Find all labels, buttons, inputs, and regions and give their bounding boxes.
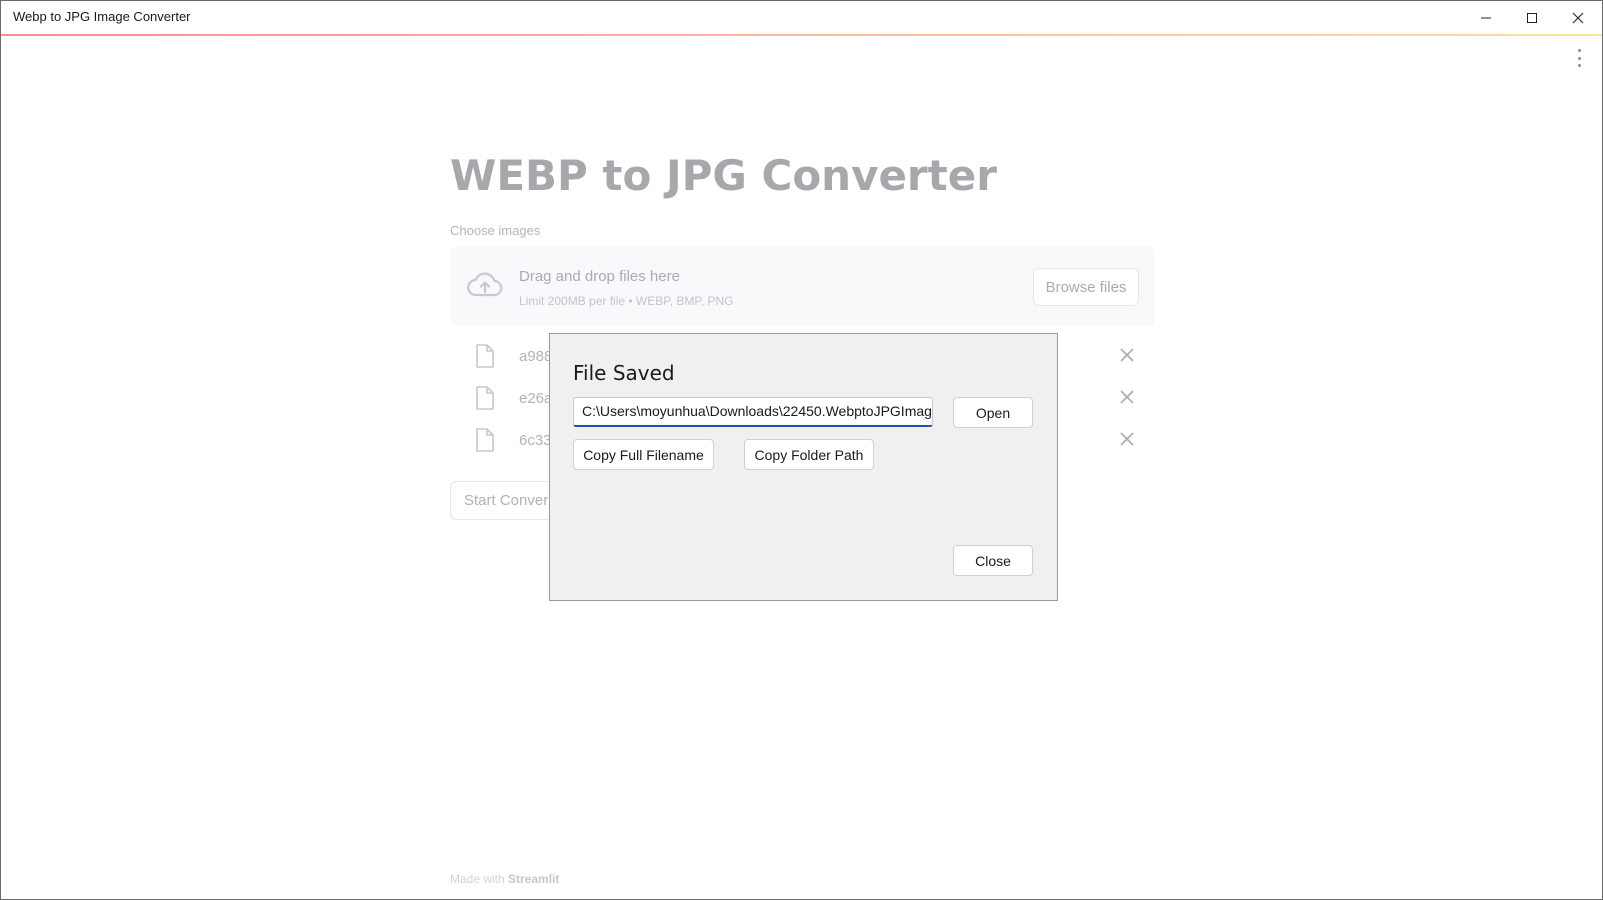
page-title: WEBP to JPG Converter xyxy=(450,151,997,200)
maximize-button[interactable] xyxy=(1509,1,1555,34)
copy-folder-path-button[interactable]: Copy Folder Path xyxy=(744,439,874,470)
remove-file-icon[interactable] xyxy=(1120,390,1134,404)
file-icon xyxy=(476,386,494,410)
close-window-button[interactable] xyxy=(1555,1,1601,34)
file-dropzone[interactable]: Drag and drop files here Limit 200MB per… xyxy=(450,246,1155,326)
saved-path-field[interactable]: C:\Users\moyunhua\Downloads\22450.Webpto… xyxy=(573,397,933,427)
close-dialog-button[interactable]: Close xyxy=(953,545,1033,576)
file-icon xyxy=(476,344,494,368)
cloud-upload-icon xyxy=(467,272,503,297)
file-saved-dialog: File Saved C:\Users\moyunhua\Downloads\2… xyxy=(549,333,1058,601)
minimize-button[interactable] xyxy=(1463,1,1509,34)
file-name: e26a xyxy=(519,390,553,407)
maximize-icon xyxy=(1527,12,1537,23)
footer: Made with Streamlit xyxy=(450,872,559,886)
file-icon xyxy=(476,428,494,452)
kebab-dot xyxy=(1577,56,1581,60)
dropzone-title: Drag and drop files here xyxy=(519,268,680,285)
remove-file-icon[interactable] xyxy=(1120,348,1134,362)
start-conversion-label: Start Convers xyxy=(464,492,556,509)
window-title: Webp to JPG Image Converter xyxy=(13,9,191,24)
minimize-icon xyxy=(1481,17,1491,18)
dialog-title: File Saved xyxy=(573,361,675,385)
footer-brand-link[interactable]: Streamlit xyxy=(508,872,559,886)
title-bar: Webp to JPG Image Converter xyxy=(1,1,1602,34)
remove-file-icon[interactable] xyxy=(1120,432,1134,446)
close-icon xyxy=(1572,12,1584,23)
browse-files-button[interactable]: Browse files xyxy=(1033,268,1139,306)
open-button[interactable]: Open xyxy=(953,397,1033,428)
dropzone-subtitle: Limit 200MB per file • WEBP, BMP, PNG xyxy=(519,294,734,308)
file-name: a988 xyxy=(519,348,553,365)
copy-full-filename-button[interactable]: Copy Full Filename xyxy=(573,439,714,470)
header-accent-line xyxy=(1,34,1602,36)
footer-prefix: Made with xyxy=(450,872,509,886)
file-name: 6c33 xyxy=(519,432,552,449)
main-menu-button[interactable] xyxy=(1575,49,1583,67)
kebab-dot xyxy=(1577,64,1581,67)
uploader-label: Choose images xyxy=(450,223,541,238)
kebab-dot xyxy=(1577,49,1581,52)
app-window: Webp to JPG Image Converter WEBP to JPG … xyxy=(0,0,1603,900)
